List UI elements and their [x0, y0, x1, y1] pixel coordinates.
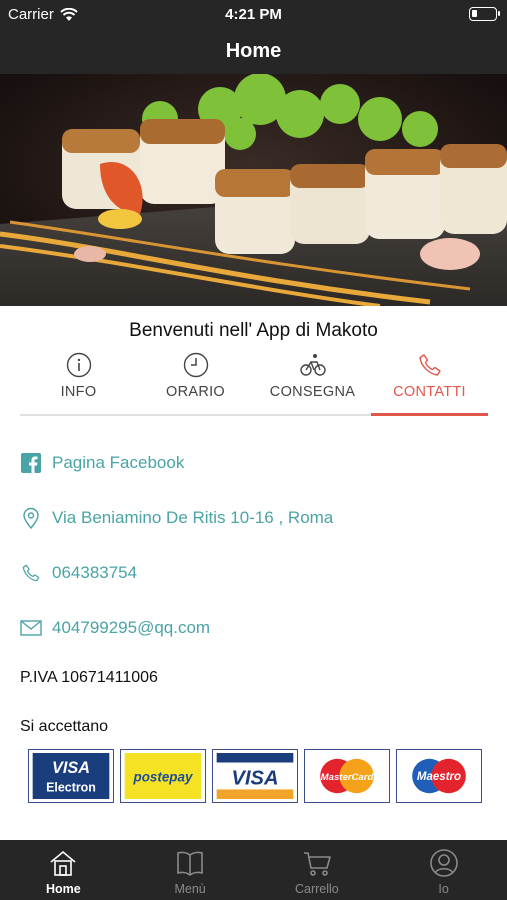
card-text: VISA [232, 768, 279, 790]
tabbar-label: Io [438, 882, 449, 896]
phone-icon [418, 354, 441, 376]
tab-consegna[interactable]: CONSEGNA [254, 352, 371, 414]
tab-orario[interactable]: ORARIO [137, 352, 254, 414]
tabbar-cart[interactable]: Carrello [254, 840, 381, 900]
phone-label: 064383754 [52, 563, 138, 582]
payment-cards: VISA Electron postepay VISA MasterCard M… [28, 749, 482, 803]
navigation-bar: Home [0, 30, 507, 74]
visa-card: VISA [212, 749, 298, 803]
facebook-label: Pagina Facebook [52, 453, 185, 472]
map-pin-icon [20, 507, 42, 529]
bottom-tab-bar: Home Menù Carrello Io [0, 840, 507, 900]
mastercard-card: MasterCard [304, 749, 390, 803]
card-text: Maestro [417, 771, 461, 783]
email-link[interactable]: 404799295@qq.com [20, 617, 210, 639]
tabbar-label: Home [46, 882, 81, 896]
tab-contatti[interactable]: CONTATTI [371, 352, 488, 416]
tabbar-label: Menù [174, 882, 206, 896]
vat-number: P.IVA 10671411006 [20, 669, 158, 686]
email-label: 404799295@qq.com [52, 618, 211, 637]
tab-label: INFO [60, 384, 97, 400]
card-text: postepay [133, 770, 194, 785]
bicycle-icon [299, 354, 326, 376]
card-text: VISA [52, 759, 90, 777]
book-icon [177, 851, 203, 876]
visa-electron-card: VISA Electron [28, 749, 114, 803]
cart-icon [303, 852, 331, 876]
status-bar: Carrier 4:21 PM [0, 0, 507, 30]
page-title: Home [225, 40, 282, 62]
sushi-photo [0, 74, 507, 306]
card-text: MasterCard [321, 772, 375, 783]
mail-icon [20, 617, 42, 639]
tab-label: CONSEGNA [269, 384, 356, 400]
user-icon [429, 849, 458, 877]
info-icon [66, 352, 91, 378]
address-label: Via Beniamino De Ritis 10-16 , Roma [52, 508, 334, 527]
phone-icon [20, 562, 42, 584]
facebook-icon [20, 452, 42, 474]
clock-icon [183, 352, 208, 378]
postepay-card: postepay [120, 749, 206, 803]
phone-link[interactable]: 064383754 [20, 562, 137, 584]
card-text: Electron [46, 780, 96, 794]
tab-label: CONTATTI [393, 384, 466, 400]
tabbar-label: Carrello [294, 882, 339, 896]
battery-icon [469, 7, 500, 21]
tabbar-menu[interactable]: Menù [127, 840, 254, 900]
facebook-link[interactable]: Pagina Facebook [20, 452, 184, 474]
tabbar-profile[interactable]: Io [380, 840, 507, 900]
info-tabs: INFO ORARIO CONSEGNA CONTATTI [20, 352, 488, 416]
home-icon [50, 850, 76, 876]
maestro-card: Maestro [396, 749, 482, 803]
address-link[interactable]: Via Beniamino De Ritis 10-16 , Roma [20, 507, 333, 529]
accepted-payments-label: Si accettano [20, 718, 109, 735]
tabbar-home[interactable]: Home [0, 840, 127, 900]
welcome-heading: Benvenuti nell' App di Makoto [129, 320, 378, 341]
clock-time: 4:21 PM [225, 6, 282, 23]
tab-info[interactable]: INFO [20, 352, 137, 414]
tab-label: ORARIO [166, 384, 225, 400]
hero-image[interactable] [0, 74, 507, 306]
